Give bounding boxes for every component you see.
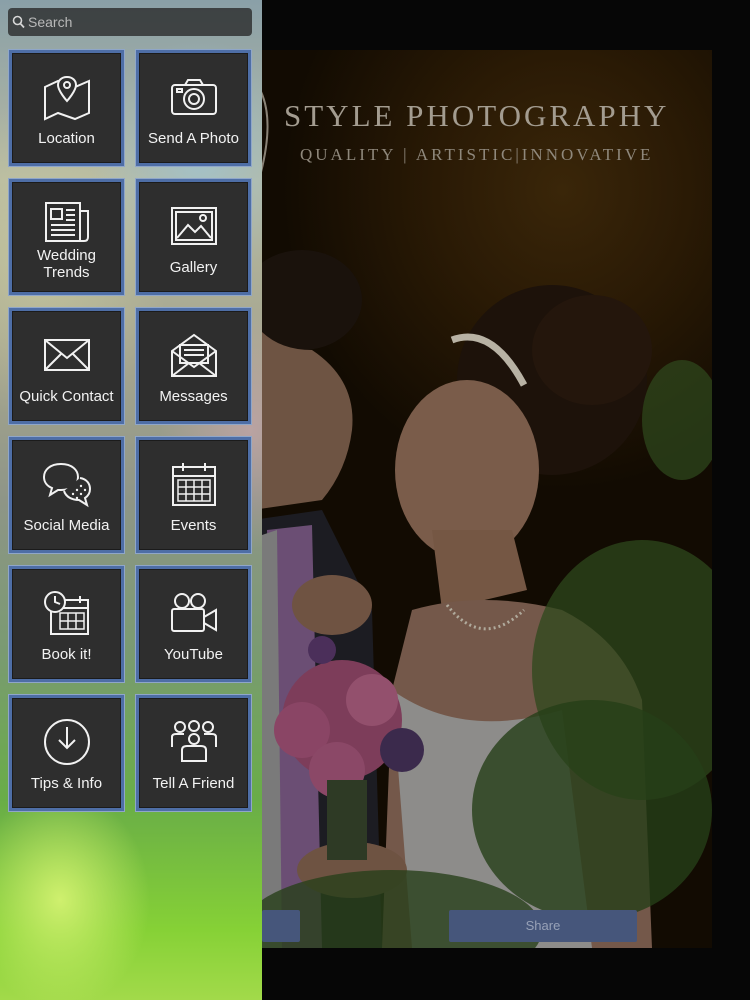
main-content: STYLE PHOTOGRAPHY QUALITY | ARTISTIC|INN…: [262, 0, 750, 1000]
brand-tagline: QUALITY | ARTISTIC|INNOVATIVE: [300, 145, 654, 164]
picture-icon: [139, 200, 248, 252]
menu-tile-wedding-trends[interactable]: Wedding Trends: [9, 179, 124, 295]
search-input[interactable]: [28, 11, 248, 33]
search-bar[interactable]: [8, 8, 252, 36]
menu-tile-send-a-photo[interactable]: Send A Photo: [136, 50, 251, 166]
menu-tile-gallery[interactable]: Gallery: [136, 179, 251, 295]
envelope-icon: [12, 329, 121, 381]
calendar-clock-icon: [12, 587, 121, 639]
menu-tile-label: Messages: [159, 388, 228, 405]
menu-tile-messages[interactable]: Messages: [136, 308, 251, 424]
menu-tile-label: Quick Contact: [19, 388, 114, 405]
menu-tile-social-media[interactable]: Social Media: [9, 437, 124, 553]
menu-tile-tell-a-friend[interactable]: Tell A Friend: [136, 695, 251, 811]
share-button[interactable]: Share: [449, 910, 637, 942]
menu-tile-label: Wedding Trends: [37, 247, 96, 281]
map-pin-icon: [12, 71, 121, 123]
menu-tile-quick-contact[interactable]: Quick Contact: [9, 308, 124, 424]
partial-action-button[interactable]: [262, 910, 300, 942]
calendar-icon: [139, 458, 248, 510]
people-icon: [139, 716, 248, 768]
menu-tile-label: YouTube: [164, 646, 223, 663]
open-envelope-icon: [139, 329, 248, 381]
menu-tile-label: Send A Photo: [148, 130, 239, 147]
brand-title: STYLE PHOTOGRAPHY: [284, 98, 670, 133]
menu-tile-tips-and-info[interactable]: Tips & Info: [9, 695, 124, 811]
menu-tile-youtube[interactable]: YouTube: [136, 566, 251, 682]
search-icon: [12, 15, 25, 34]
newspaper-icon: [12, 196, 121, 248]
download-circle-icon: [12, 716, 121, 768]
speech-bubbles-icon: [12, 458, 121, 510]
menu-tile-label: Book it!: [41, 646, 92, 663]
menu-tile-label: Tips & Info: [30, 775, 103, 792]
menu-tile-events[interactable]: Events: [136, 437, 251, 553]
logo-mark: [262, 91, 269, 173]
camera-icon: [139, 71, 248, 123]
menu-tile-book-it[interactable]: Book it!: [9, 566, 124, 682]
menu-tile-label: Tell A Friend: [152, 775, 235, 792]
menu-tile-location[interactable]: Location: [9, 50, 124, 166]
menu-tile-label: Events: [170, 517, 217, 534]
menu-tile-label: Location: [38, 130, 95, 147]
menu-tile-label: Social Media: [23, 517, 110, 534]
video-camera-icon: [139, 587, 248, 639]
wedding-couple-photo: [262, 250, 712, 948]
sidebar-menu: Location Send A Photo: [0, 0, 262, 1000]
menu-tile-label: Gallery: [169, 259, 218, 276]
wedding-photo-card: STYLE PHOTOGRAPHY QUALITY | ARTISTIC|INN…: [262, 50, 712, 948]
